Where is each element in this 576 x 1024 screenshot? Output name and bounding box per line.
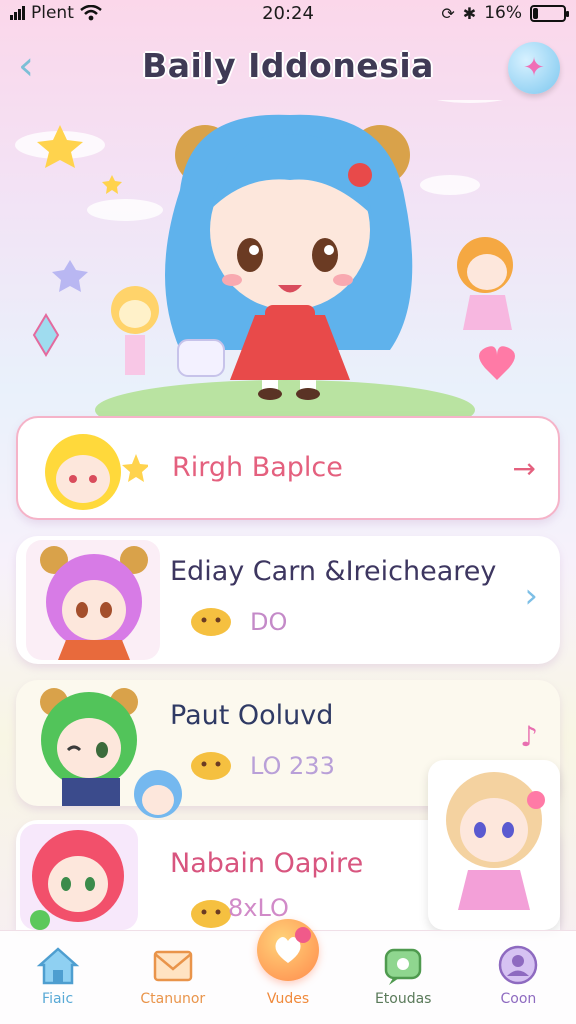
tab-home[interactable]: Fiaic bbox=[0, 931, 115, 1024]
tab-label: Etoudas bbox=[374, 991, 432, 1007]
card-title: Ediay Carn &Ireichearey bbox=[170, 556, 497, 587]
card-avatar bbox=[40, 688, 182, 818]
list-item[interactable]: Rirgh Baplce → bbox=[16, 416, 560, 520]
tab-label: Vudes bbox=[266, 991, 310, 1007]
tab-label: Coon bbox=[500, 991, 537, 1007]
chevron-right-icon[interactable]: › bbox=[524, 576, 538, 616]
mail-icon bbox=[153, 950, 193, 982]
bottom-tab-bar: Fiaic Ctanunor Vudes Etoudas Coon bbox=[0, 919, 576, 1024]
card-title: Rirgh Baplce bbox=[172, 452, 343, 483]
card-stat: DO bbox=[250, 608, 288, 636]
chat-bubble-icon bbox=[384, 948, 422, 985]
heart-chat-icon[interactable] bbox=[257, 919, 319, 981]
sticker-character bbox=[428, 760, 560, 930]
card-title: Paut Ooluvd bbox=[170, 700, 334, 731]
card-title: Nabain Oapire bbox=[170, 848, 364, 879]
tab-label: Ctanunor bbox=[140, 991, 206, 1007]
mini-character-right bbox=[457, 237, 513, 330]
profile-icon bbox=[499, 945, 538, 985]
tab-center[interactable]: Vudes bbox=[230, 919, 345, 1024]
tab-label: Fiaic bbox=[42, 991, 74, 1007]
card-avatar bbox=[26, 540, 160, 660]
home-icon bbox=[36, 947, 79, 985]
status-bar: Plent 20:24 ⟳ ✱ 16% bbox=[0, 0, 576, 26]
battery-icon bbox=[530, 4, 569, 22]
battery-fill bbox=[533, 7, 538, 19]
share-icon[interactable]: ✦ bbox=[508, 42, 560, 94]
hero-illustration bbox=[15, 100, 515, 420]
arrow-right-icon[interactable]: → bbox=[513, 452, 536, 485]
tab-profile[interactable]: Coon bbox=[461, 931, 576, 1024]
page-title: Baily Iddonesia bbox=[142, 46, 434, 85]
pet-icon bbox=[191, 608, 231, 636]
header: ‹ Baily Iddonesia ✦ bbox=[0, 40, 576, 96]
pet-icon bbox=[191, 752, 231, 780]
tab-mail[interactable]: Ctanunor bbox=[115, 931, 230, 1024]
pet-icon bbox=[191, 900, 231, 928]
status-time: 20:24 bbox=[262, 2, 314, 24]
music-note-icon[interactable]: ♪ bbox=[520, 720, 538, 753]
card-stat: LO 233 bbox=[250, 752, 335, 780]
list-item[interactable]: Ediay Carn &Ireichearey DO › bbox=[16, 536, 560, 664]
card-avatar bbox=[45, 434, 148, 510]
card-avatar bbox=[20, 824, 138, 930]
card-stat: 8xLO bbox=[228, 894, 289, 922]
tab-chat[interactable]: Etoudas bbox=[346, 931, 461, 1024]
